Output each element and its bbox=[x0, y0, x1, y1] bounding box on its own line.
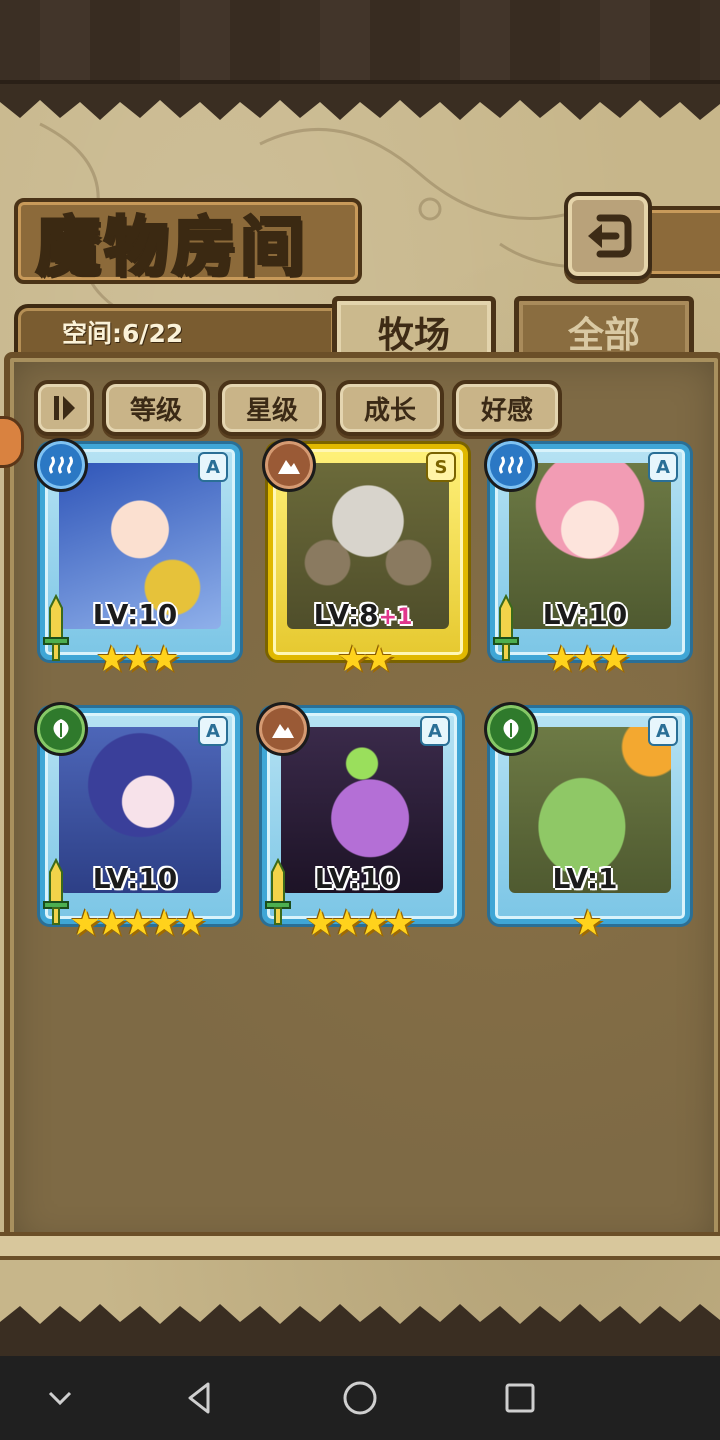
level-label: LV:8+1 bbox=[268, 598, 458, 631]
back-button-tail bbox=[640, 206, 720, 278]
top-wood-strip bbox=[0, 0, 720, 84]
back-button[interactable] bbox=[564, 192, 652, 280]
level-value: LV:10 bbox=[314, 862, 400, 895]
back-triangle-icon bbox=[188, 1382, 210, 1414]
rank-badge: A bbox=[420, 716, 450, 746]
rank-badge: A bbox=[648, 716, 678, 746]
level-label: LV:10 bbox=[490, 598, 680, 631]
level-value: LV:1 bbox=[552, 862, 618, 895]
star-rating: ★★★ bbox=[545, 639, 631, 680]
star-rating: ★★★★ bbox=[304, 903, 415, 944]
star-rating: ★★★ bbox=[95, 639, 181, 680]
rank-badge: A bbox=[648, 452, 678, 482]
page-title: 魔物房间 bbox=[35, 209, 308, 287]
leaf-element-icon bbox=[34, 702, 88, 756]
sort-toggle-icon bbox=[54, 396, 75, 420]
nav-back-button[interactable] bbox=[178, 1376, 222, 1420]
torn-edge-bottom bbox=[0, 1304, 720, 1356]
star-rating: ★★★★★ bbox=[69, 903, 206, 944]
level-value: LV:10 bbox=[92, 862, 178, 895]
earth-element-icon bbox=[256, 702, 310, 756]
panel-bottom-bar bbox=[0, 1232, 720, 1260]
level-label: LV:10 bbox=[262, 862, 452, 895]
nav-collapse-button[interactable] bbox=[38, 1376, 82, 1420]
nav-recents-button[interactable] bbox=[498, 1376, 542, 1420]
filter-affection-button[interactable]: 好感 bbox=[452, 380, 562, 436]
recents-square-icon bbox=[505, 1383, 535, 1413]
home-circle-icon bbox=[343, 1381, 377, 1415]
level-value: LV:10 bbox=[542, 598, 628, 631]
return-icon bbox=[588, 214, 632, 258]
rank-badge: A bbox=[198, 716, 228, 746]
rank-badge: A bbox=[198, 452, 228, 482]
sort-order-button[interactable] bbox=[34, 380, 94, 436]
water-element-icon bbox=[484, 438, 538, 492]
rank-badge: S bbox=[426, 452, 456, 482]
chevron-down-icon bbox=[48, 1391, 72, 1406]
leaf-element-icon bbox=[484, 702, 538, 756]
nav-home-button[interactable] bbox=[338, 1376, 382, 1420]
level-label: LV:10 bbox=[40, 862, 230, 895]
level-label: LV:1 bbox=[490, 862, 680, 895]
star-rating: ★★ bbox=[336, 639, 396, 680]
filter-growth-button[interactable]: 成长 bbox=[336, 380, 444, 436]
capacity-text: 空间:6/22 bbox=[62, 319, 184, 348]
torn-edge-top bbox=[0, 84, 720, 120]
filter-star-button[interactable]: 星级 bbox=[218, 380, 326, 436]
earth-element-icon bbox=[262, 438, 316, 492]
level-value: LV:8 bbox=[313, 598, 379, 631]
level-bonus: +1 bbox=[378, 605, 413, 630]
level-label: LV:10 bbox=[40, 598, 230, 631]
star-rating: ★ bbox=[571, 903, 604, 944]
water-element-icon bbox=[34, 438, 88, 492]
level-value: LV:10 bbox=[92, 598, 178, 631]
filter-level-button[interactable]: 等级 bbox=[102, 380, 210, 436]
